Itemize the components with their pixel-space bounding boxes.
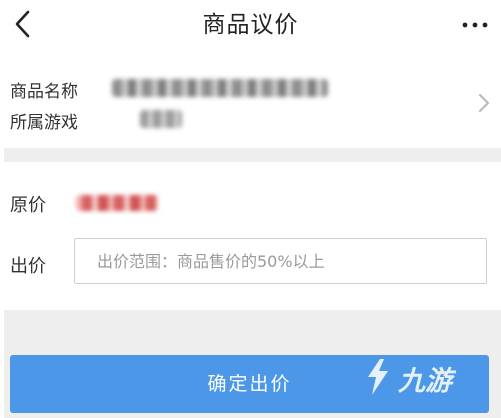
product-info-row[interactable]: 商品名称 所属游戏 [0, 60, 501, 146]
back-button[interactable] [6, 6, 42, 42]
chevron-left-icon [15, 10, 30, 38]
bid-input[interactable] [74, 238, 487, 284]
pricing-section: 原价 出价 [0, 162, 501, 310]
product-name-label: 商品名称 [10, 82, 78, 102]
section-divider [4, 148, 501, 162]
confirm-bid-label: 确定出价 [207, 373, 292, 395]
chevron-right-icon [479, 94, 489, 112]
more-button[interactable] [459, 12, 491, 38]
original-price-value-redacted [76, 195, 158, 211]
confirm-bid-button[interactable]: 确定出价 [10, 355, 489, 413]
game-label: 所属游戏 [10, 113, 78, 133]
top-bar: 商品议价 [0, 0, 501, 50]
product-name-value-redacted [112, 79, 328, 97]
original-price-label: 原价 [10, 195, 46, 216]
game-value-redacted [140, 110, 182, 128]
page-title: 商品议价 [202, 12, 299, 38]
bid-label: 出价 [10, 256, 46, 277]
more-horizontal-icon [462, 22, 488, 28]
